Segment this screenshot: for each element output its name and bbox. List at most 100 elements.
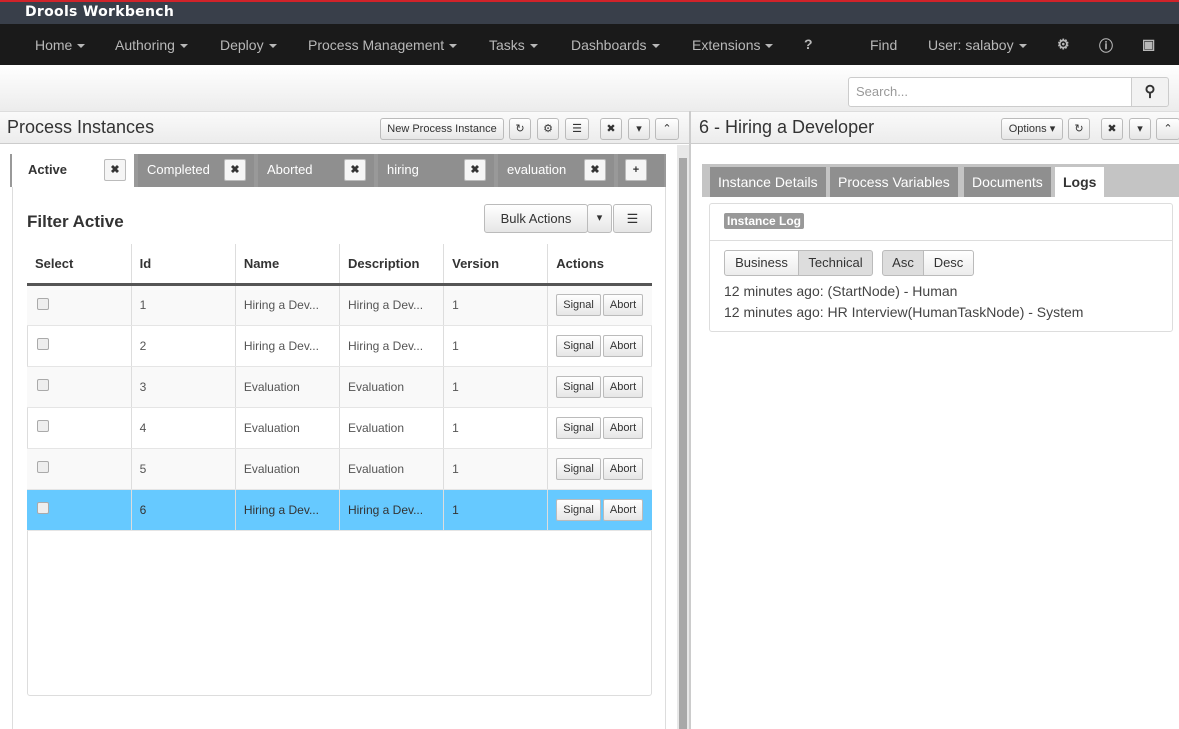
close-icon[interactable]: ✖ bbox=[600, 118, 622, 140]
actions-cell: Signal Abort bbox=[547, 325, 652, 367]
tab-active[interactable]: Active ✖ bbox=[12, 154, 134, 187]
table-row[interactable]: 2 Hiring a Dev... Hiring a Dev... 1 Signal Ab… bbox=[27, 325, 652, 367]
options-button[interactable]: Options ▾ bbox=[1001, 118, 1063, 140]
abort-button[interactable]: Abort bbox=[602, 457, 644, 480]
close-icon[interactable]: ✖ bbox=[1101, 118, 1123, 140]
select-cell bbox=[27, 407, 132, 449]
nav-extensions[interactable]: Extensions bbox=[692, 37, 774, 53]
gear-icon[interactable]: ⚙ bbox=[537, 118, 559, 140]
select-cell bbox=[27, 489, 132, 531]
desc-toggle[interactable]: Desc bbox=[923, 250, 974, 276]
version-cell: 1 bbox=[443, 284, 549, 326]
table-row[interactable]: 5 Evaluation Evaluation 1 Signal Abort bbox=[27, 448, 652, 490]
panel-title: 6 - Hiring a Developer bbox=[699, 117, 875, 137]
close-icon[interactable]: ✖ bbox=[344, 159, 366, 181]
table-row[interactable]: 3 Evaluation Evaluation 1 Signal Abort bbox=[27, 366, 652, 408]
select-cell bbox=[27, 366, 132, 408]
nav-process-management[interactable]: Process Management bbox=[308, 37, 458, 53]
divider bbox=[710, 240, 1172, 241]
tab-instance-details[interactable]: Instance Details bbox=[710, 167, 826, 197]
add-tab-button[interactable]: + bbox=[625, 159, 647, 181]
tab-process-variables[interactable]: Process Variables bbox=[830, 167, 958, 197]
table-row[interactable]: 1 Hiring a Dev... Hiring a Dev... 1 Signal Ab… bbox=[27, 284, 652, 326]
info-icon[interactable]: ⓘ bbox=[1099, 36, 1113, 56]
asc-toggle[interactable]: Asc bbox=[882, 250, 924, 276]
tab-hiring[interactable]: hiring ✖ bbox=[378, 154, 494, 187]
technical-toggle[interactable]: Technical bbox=[798, 250, 873, 276]
gear-icon[interactable]: ⚙ bbox=[1057, 36, 1070, 53]
row-checkbox[interactable] bbox=[37, 420, 49, 432]
row-checkbox[interactable] bbox=[37, 338, 49, 350]
signal-button[interactable]: Signal bbox=[556, 294, 601, 316]
details-tabs: Instance Details Process Variables Docum… bbox=[702, 164, 1179, 197]
medkit-icon[interactable]: ▣ bbox=[1142, 36, 1155, 53]
abort-button[interactable]: Abort bbox=[602, 375, 644, 398]
signal-button[interactable]: Signal bbox=[556, 375, 601, 398]
col-actions: Actions bbox=[547, 244, 652, 286]
bulk-actions-button[interactable]: Bulk Actions bbox=[484, 204, 588, 233]
abort-button[interactable]: Abort bbox=[602, 294, 644, 316]
chevron-up-icon[interactable]: ⌃ bbox=[1156, 118, 1179, 140]
version-cell: 1 bbox=[443, 448, 549, 490]
refresh-icon[interactable]: ↻ bbox=[509, 118, 531, 140]
column-picker-button[interactable]: ☰ bbox=[613, 204, 652, 233]
signal-button[interactable]: Signal bbox=[556, 457, 601, 480]
nav-home[interactable]: Home bbox=[35, 37, 86, 53]
chevron-down-icon[interactable]: ▾ bbox=[1129, 118, 1151, 140]
signal-button[interactable]: Signal bbox=[556, 334, 601, 357]
signal-button[interactable]: Signal bbox=[556, 416, 601, 439]
abort-button[interactable]: Abort bbox=[602, 334, 644, 357]
table-row[interactable]: 4 Evaluation Evaluation 1 Signal Abort bbox=[27, 407, 652, 449]
row-checkbox[interactable] bbox=[37, 461, 49, 473]
refresh-icon[interactable]: ↻ bbox=[1068, 118, 1090, 140]
row-checkbox[interactable] bbox=[37, 502, 49, 514]
row-checkbox[interactable] bbox=[37, 379, 49, 391]
tab-logs[interactable]: Logs bbox=[1055, 167, 1105, 197]
actions-cell: Signal Abort bbox=[547, 448, 652, 490]
col-id[interactable]: Id bbox=[131, 244, 236, 286]
close-icon[interactable]: ✖ bbox=[104, 159, 126, 181]
id-cell: 2 bbox=[131, 325, 236, 367]
id-cell: 5 bbox=[131, 448, 236, 490]
row-checkbox[interactable] bbox=[37, 297, 49, 310]
nav-deploy[interactable]: Deploy bbox=[220, 37, 277, 53]
search-button[interactable]: ⚲ bbox=[1131, 77, 1169, 107]
signal-button[interactable]: Signal bbox=[556, 498, 601, 521]
business-toggle[interactable]: Business bbox=[724, 250, 799, 276]
panel-divider[interactable] bbox=[689, 112, 691, 729]
nav-find[interactable]: Find bbox=[870, 37, 897, 53]
search-icon: ⚲ bbox=[1144, 83, 1156, 100]
new-process-instance-button[interactable]: New Process Instance bbox=[380, 118, 504, 140]
list-icon[interactable]: ☰ bbox=[565, 118, 589, 140]
tab-aborted[interactable]: Aborted ✖ bbox=[258, 154, 374, 187]
id-cell: 4 bbox=[131, 407, 236, 449]
scrollbar-thumb[interactable] bbox=[679, 158, 687, 729]
nav-dashboards[interactable]: Dashboards bbox=[571, 37, 660, 53]
close-icon[interactable]: ✖ bbox=[224, 159, 246, 181]
bulk-actions-dropdown[interactable]: ▾ bbox=[587, 204, 612, 233]
col-description[interactable]: Description bbox=[339, 244, 445, 286]
select-cell bbox=[27, 448, 132, 490]
abort-button[interactable]: Abort bbox=[602, 498, 644, 521]
add-tab[interactable]: + bbox=[618, 154, 664, 187]
close-icon[interactable]: ✖ bbox=[464, 159, 486, 181]
tab-completed[interactable]: Completed ✖ bbox=[138, 154, 254, 187]
col-select[interactable]: Select bbox=[27, 244, 132, 286]
nav-authoring[interactable]: Authoring bbox=[115, 37, 188, 53]
abort-button[interactable]: Abort bbox=[602, 416, 644, 439]
help-icon[interactable]: ? bbox=[804, 36, 813, 52]
nav-tasks[interactable]: Tasks bbox=[489, 37, 538, 53]
tab-evaluation[interactable]: evaluation ✖ bbox=[498, 154, 614, 187]
chevron-up-icon[interactable]: ⌃ bbox=[655, 118, 679, 140]
version-cell: 1 bbox=[443, 366, 549, 408]
col-version[interactable]: Version bbox=[443, 244, 549, 286]
col-name[interactable]: Name bbox=[235, 244, 340, 286]
search-input[interactable]: Search... bbox=[848, 77, 1132, 107]
user-menu[interactable]: User: salaboy bbox=[928, 37, 1027, 53]
chevron-down-icon[interactable]: ▾ bbox=[628, 118, 650, 140]
close-icon[interactable]: ✖ bbox=[584, 159, 606, 181]
description-cell: Evaluation bbox=[339, 366, 445, 408]
app-title[interactable]: Drools Workbench bbox=[25, 4, 174, 20]
tab-documents[interactable]: Documents bbox=[964, 167, 1051, 197]
table-row[interactable]: 6 Hiring a Dev... Hiring a Dev... 1 Signal Ab… bbox=[27, 489, 652, 531]
